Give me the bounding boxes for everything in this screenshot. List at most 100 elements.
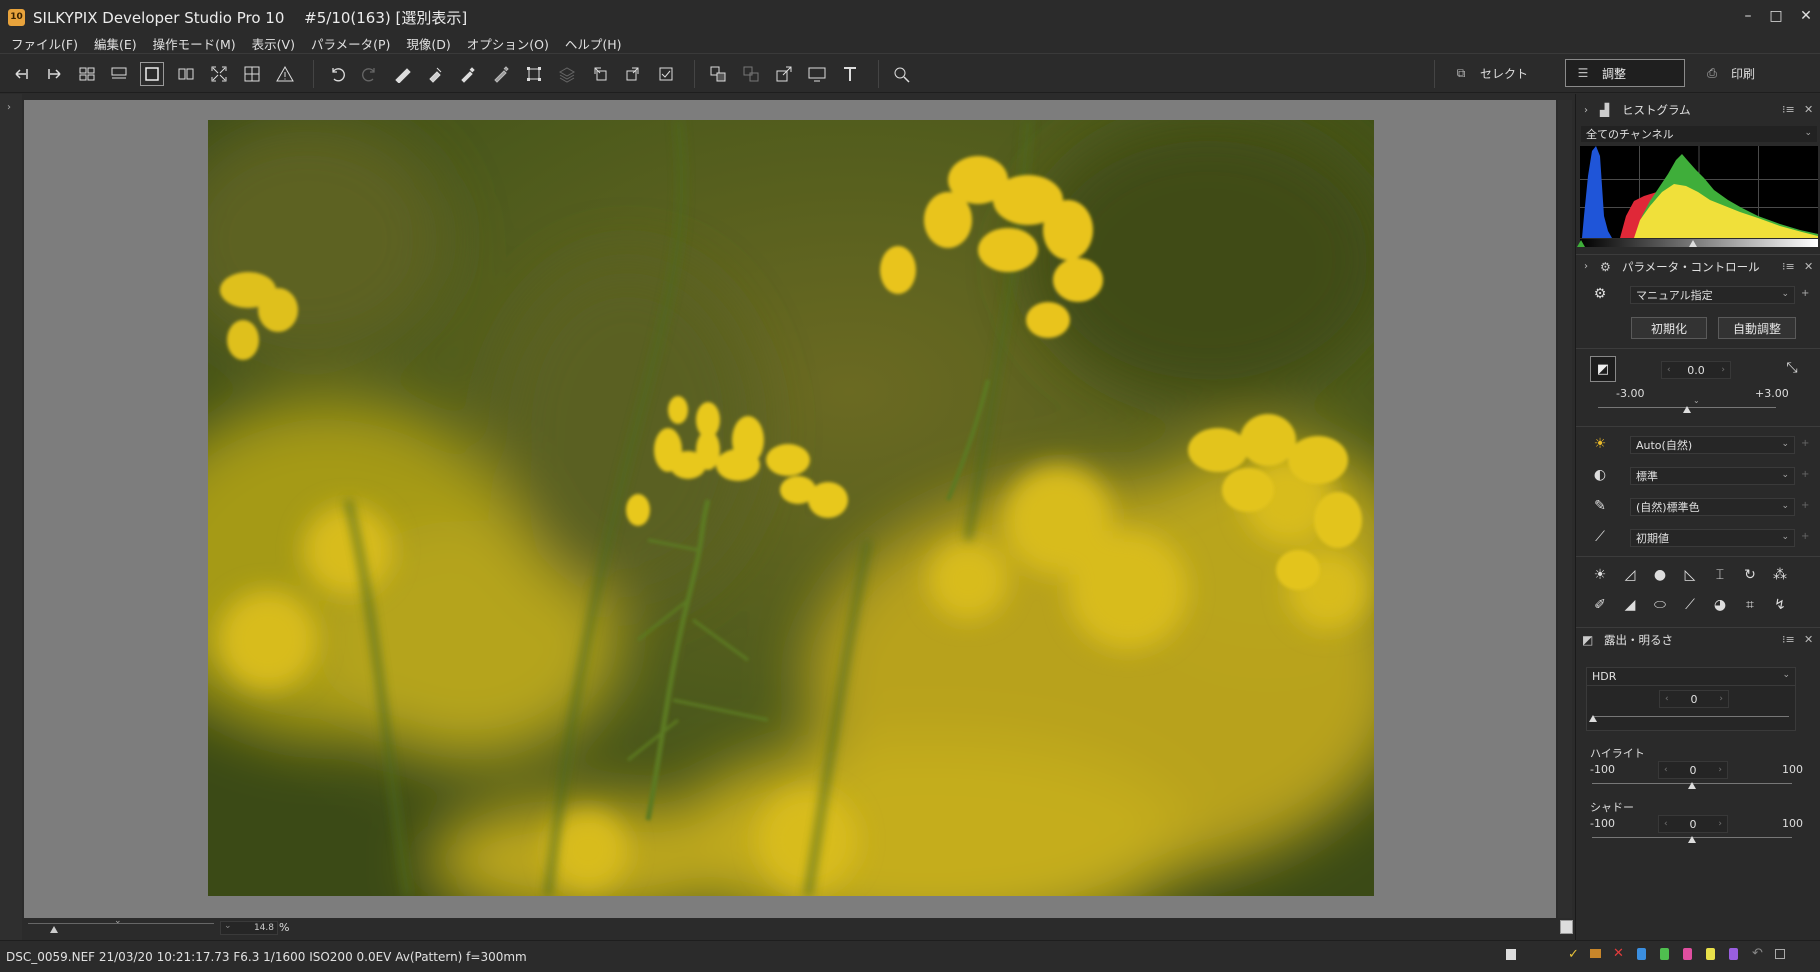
perspective-icon[interactable]: ⌶ (1710, 565, 1730, 585)
mode-adjust-button[interactable]: ☰ 調整 (1565, 59, 1685, 87)
menu-view[interactable]: 表示(V) (252, 34, 295, 53)
export-icon[interactable] (772, 62, 796, 86)
menu-option[interactable]: オプション(O) (467, 34, 549, 53)
expand-panel-icon[interactable]: ⤡ (1782, 358, 1802, 378)
white-balance-sun-icon[interactable]: ☀ (1590, 434, 1610, 454)
fish-icon[interactable]: ⬭ (1650, 595, 1670, 615)
spot-icon[interactable]: ⁂ (1770, 565, 1790, 585)
batch-develop-icon[interactable] (739, 62, 763, 86)
dropper-icon[interactable] (456, 62, 480, 86)
zoom-slider-knob[interactable] (50, 926, 58, 933)
stamp-icon[interactable] (838, 62, 862, 86)
mode-select-button[interactable]: ⧉ セレクト (1444, 60, 1564, 86)
blue-tag-icon[interactable] (1637, 948, 1646, 960)
exposure-slider-knob[interactable] (1683, 406, 1691, 413)
fullscreen-icon[interactable] (207, 62, 231, 86)
color-select[interactable]: (自然)標準色 ⌄ (1630, 498, 1795, 516)
shadow-slider-knob[interactable] (1688, 836, 1696, 843)
shadow-clip-marker[interactable] (1577, 240, 1585, 247)
sharpness-select[interactable]: 初期値 ⌄ (1630, 529, 1795, 547)
left-panel-toggle-strip[interactable]: › (0, 94, 22, 940)
filmstrip-view-icon[interactable] (107, 62, 131, 86)
exposure-icon[interactable]: ◩ (1590, 356, 1616, 382)
menu-file[interactable]: ファイル(F) (11, 34, 78, 53)
paste-param-icon[interactable] (423, 62, 447, 86)
brush-icon[interactable] (489, 62, 513, 86)
tone-curve-icon[interactable]: ◿ (1620, 565, 1640, 585)
add-tone-icon[interactable]: + (1801, 469, 1809, 480)
purple-tag-icon[interactable] (1729, 948, 1738, 960)
crop-icon[interactable]: ⌗ (1740, 595, 1760, 615)
shadow-spinner[interactable]: ‹ 0 › (1658, 815, 1728, 833)
hdr-slider-knob[interactable] (1589, 715, 1597, 722)
panel-close-icon[interactable]: ✕ (1804, 103, 1813, 116)
thumbnail-view-icon[interactable] (75, 62, 99, 86)
prev-image-icon[interactable] (10, 62, 34, 86)
develop-icon[interactable] (706, 62, 730, 86)
yellow-tag-icon[interactable] (1706, 948, 1715, 960)
mode-print-button[interactable]: ⎙ 印刷 (1695, 60, 1805, 86)
add-preset-icon[interactable]: + (1801, 288, 1809, 299)
redo-icon[interactable] (358, 62, 382, 86)
add-wb-icon[interactable]: + (1801, 438, 1809, 449)
menu-edit[interactable]: 編集(E) (94, 34, 137, 53)
rotate-right-icon[interactable] (621, 62, 645, 86)
add-color-icon[interactable]: + (1801, 500, 1809, 511)
navigator-toggle-icon[interactable] (1560, 920, 1573, 934)
white-balance-select[interactable]: Auto(自然) ⌄ (1630, 436, 1795, 454)
wb-tool-icon[interactable]: ☀ (1590, 565, 1610, 585)
mark-icon[interactable] (654, 62, 678, 86)
vertical-scrollbar[interactable] (1558, 100, 1572, 918)
menu-mode[interactable]: 操作モード(M) (153, 34, 236, 53)
color-dropper-icon[interactable]: ✎ (1590, 496, 1610, 516)
delete-mark-icon[interactable]: ✕ (1613, 946, 1624, 961)
rotation-icon[interactable]: ↻ (1740, 565, 1760, 585)
sphere-icon[interactable]: ● (1650, 565, 1670, 585)
menu-develop[interactable]: 現像(D) (406, 34, 450, 53)
hdr-select[interactable]: HDR ⌄ (1587, 668, 1795, 686)
color-brush-icon[interactable]: ✐ (1590, 595, 1610, 615)
exposure-spinner[interactable]: ‹ 0.0 › (1661, 361, 1731, 379)
single-view-icon[interactable] (140, 62, 164, 86)
rotate-left-icon[interactable] (588, 62, 612, 86)
add-sharpness-icon[interactable]: + (1801, 531, 1809, 542)
panel-menu-icon[interactable]: ⁝≡ (1782, 103, 1795, 116)
dust-icon[interactable]: ◕ (1710, 595, 1730, 615)
highlight-spinner[interactable]: ‹ 0 › (1658, 761, 1728, 779)
gear-icon[interactable]: ⚙ (1590, 284, 1610, 304)
photo-preview[interactable] (208, 120, 1374, 896)
monitor-icon[interactable] (805, 62, 829, 86)
keep-mark-icon[interactable] (1590, 949, 1601, 958)
sharpness-icon[interactable]: ⟋ (1590, 527, 1610, 547)
zoom-field[interactable]: ⌄ 14.8 (220, 921, 278, 935)
lock-icon[interactable] (1775, 949, 1785, 959)
hdr-spinner[interactable]: ‹ 0 › (1659, 690, 1729, 708)
copy-param-icon[interactable] (390, 62, 414, 86)
compare-view-icon[interactable] (174, 62, 198, 86)
sharp-icon[interactable]: ◢ (1620, 595, 1640, 615)
panel-close-icon[interactable]: ✕ (1804, 633, 1813, 646)
pink-tag-icon[interactable] (1683, 948, 1692, 960)
histogram-mid-marker[interactable] (1689, 240, 1697, 247)
grid-icon[interactable] (240, 62, 264, 86)
panel-close-icon[interactable]: ✕ (1804, 260, 1813, 273)
collapse-chevron-icon[interactable]: › (1584, 261, 1596, 272)
minimize-button[interactable]: – (1734, 6, 1762, 26)
maximize-button[interactable]: □ (1762, 6, 1790, 26)
tone-select[interactable]: 標準 ⌄ (1630, 467, 1795, 485)
exposure-panel-header[interactable]: ◩ 露出・明るさ ⁝≡ ✕ (1576, 627, 1820, 651)
panel-menu-icon[interactable]: ⁝≡ (1782, 633, 1795, 646)
file-icon[interactable] (1506, 949, 1516, 960)
highlight-slider-knob[interactable] (1688, 782, 1696, 789)
gradient-icon[interactable]: ◺ (1680, 565, 1700, 585)
undo-icon[interactable] (325, 62, 349, 86)
ok-mark-icon[interactable]: ✓ (1568, 947, 1579, 962)
contrast-icon[interactable]: ◐ (1590, 465, 1610, 485)
info-search-icon[interactable] (889, 62, 913, 86)
layers-icon[interactable] (555, 62, 579, 86)
warning-icon[interactable] (273, 62, 297, 86)
param-control-header[interactable]: › ⚙ パラメータ・コントロール ⁝≡ ✕ (1576, 254, 1820, 278)
green-tag-icon[interactable] (1660, 948, 1669, 960)
next-image-icon[interactable] (42, 62, 66, 86)
partial-brush-icon[interactable]: ⟋ (1680, 595, 1700, 615)
